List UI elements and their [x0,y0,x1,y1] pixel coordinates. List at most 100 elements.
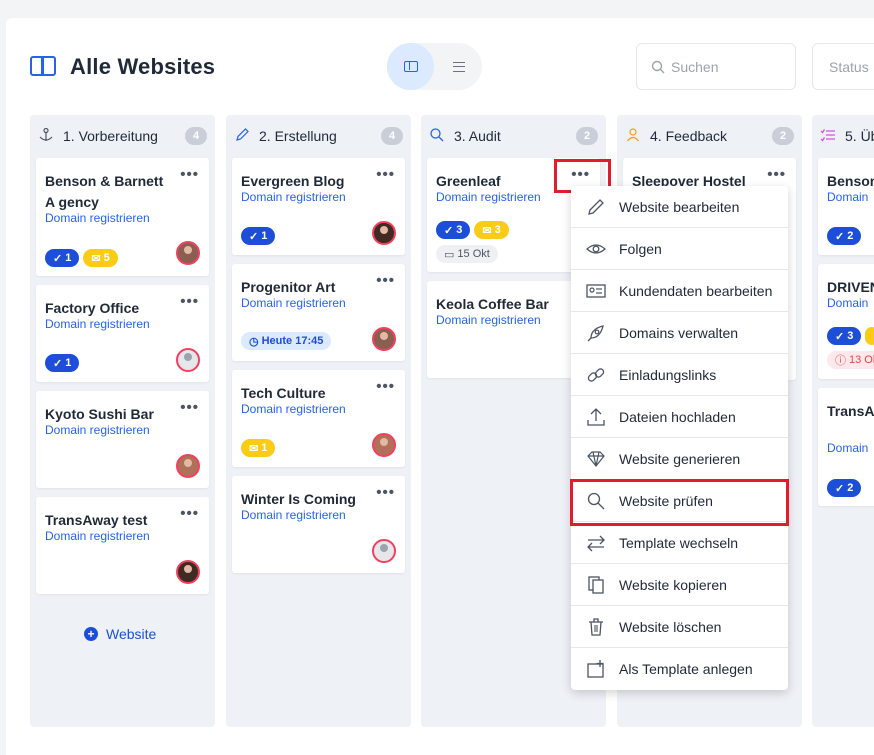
avatar[interactable] [176,241,200,265]
pencil-icon [588,199,604,215]
menu-item-copy-website[interactable]: Website kopieren [571,564,788,606]
menu-item-switch-template[interactable]: Template wechseln [571,522,788,564]
register-domain-link[interactable]: Domain registrieren [45,529,150,543]
message-badge: ✉ 3 [474,221,509,239]
checklist-icon [820,129,835,142]
register-domain-link[interactable]: Domain registrieren [241,190,346,204]
column-header: 2. Erstellung 4 [234,125,403,147]
register-domain-link[interactable]: Domain registrieren [436,190,541,204]
overdue-badge: ⓘ13 Ok [827,351,874,369]
plus-icon: + [84,627,98,641]
register-domain-link[interactable]: Domain registrieren [45,211,150,225]
page-title: Alle Websites [70,54,216,79]
avatar[interactable] [176,454,200,478]
website-card[interactable]: Winter Is Coming Domain registrieren ••• [232,476,405,573]
avatar[interactable] [372,539,396,563]
register-domain-link[interactable]: Domain [827,441,868,455]
register-domain-link[interactable]: Domain [827,296,868,310]
more-options-button[interactable]: ••• [376,379,395,394]
website-card[interactable]: Benson Domain ✓ 2 [818,158,874,255]
more-options-button[interactable]: ••• [180,294,199,309]
more-options-button[interactable]: ••• [180,167,199,182]
register-domain-link[interactable]: Domain registrieren [241,508,346,522]
menu-item-create-template[interactable]: Als Template anlegen [571,648,788,690]
card-title: Evergreen Blog [241,173,345,189]
avatar[interactable] [372,433,396,457]
website-card[interactable]: Factory Office Domain registrieren ••• ✓… [36,285,209,382]
website-card[interactable]: TransAw rt Inc. Domain ✓2 [818,388,874,506]
website-context-menu: Website bearbeiten Folgen Kundendaten be… [571,186,788,690]
check-icon: ✓ [53,252,63,265]
card-badges: ✓ 1 [241,227,276,245]
template-icon [587,660,604,678]
menu-item-label: Kundendaten bearbeiten [619,283,773,299]
check-icon: ✓ [53,357,63,370]
more-options-button[interactable]: ••• [376,167,395,182]
search-field[interactable] [636,43,796,90]
search-input[interactable] [671,56,781,78]
add-website-button[interactable]: + Website [84,626,156,642]
menu-item-upload-files[interactable]: Dateien hochladen [571,396,788,438]
register-domain-link[interactable]: Domain registrieren [45,423,150,437]
card-badges: ✓ 3 ✉ 3 [436,221,509,239]
menu-item-delete-website[interactable]: Website löschen [571,606,788,648]
menu-item-label: Website bearbeiten [619,199,740,215]
check-icon: ✓ [835,330,845,343]
more-options-button[interactable]: ••• [571,167,590,182]
kanban-view-button[interactable] [387,43,434,90]
column-count-badge: 2 [772,127,794,145]
website-card[interactable]: Benson & Barnett A gency Domain registri… [36,158,209,276]
card-title: Factory Office [45,300,140,316]
website-card[interactable]: Progenitor Art Domain registrieren ••• ◷… [232,264,405,361]
menu-item-generate-website[interactable]: Website generieren [571,438,788,480]
more-options-button[interactable]: ••• [180,400,199,415]
menu-item-label: Dateien hochladen [619,409,736,425]
menu-item-follow[interactable]: Folgen [571,228,788,270]
avatar[interactable] [372,221,396,245]
card-title: TransAw rt Inc. [827,403,874,419]
menu-item-manage-domains[interactable]: Domains verwalten [571,312,788,354]
website-card[interactable]: Evergreen Blog Domain registrieren ••• ✓… [232,158,405,255]
register-domain-link[interactable]: Domain [827,190,868,204]
card-badges: ✓ 1 ✉ 5 [45,249,118,267]
avatar[interactable] [176,348,200,372]
menu-item-edit-website[interactable]: Website bearbeiten [571,186,788,228]
website-card[interactable]: Kyoto Sushi Bar Domain registrieren ••• [36,391,209,488]
alert-icon: ⓘ [835,355,846,367]
register-domain-link[interactable]: Domain registrieren [45,317,150,331]
due-date-badge: ◷ Heute 17:45 [241,332,332,350]
task-badge: ✓ 2 [827,479,862,497]
register-domain-link[interactable]: Domain registrieren [241,296,346,310]
menu-item-review-website[interactable]: Website prüfen [571,480,788,522]
more-options-button[interactable]: ••• [376,485,395,500]
status-filter[interactable]: Status [812,43,874,90]
calendar-icon: ▭ [444,248,455,261]
more-options-button[interactable]: ••• [180,506,199,521]
list-view-button[interactable] [435,43,482,90]
website-card[interactable]: Tech Culture Domain registrieren ••• ✉ 1 [232,370,405,467]
card-title: Benson & Barnett A gency [45,173,164,210]
menu-item-edit-client-data[interactable]: Kundendaten bearbeiten [571,270,788,312]
card-title: Keola Coffee Bar [436,296,549,312]
envelope-icon: ✉ [91,252,101,265]
website-card[interactable]: TransAway test Domain registrieren ••• [36,497,209,594]
card-title: DRIVEN [827,279,874,295]
register-domain-link[interactable]: Domain registrieren [436,313,541,327]
register-domain-link[interactable]: Domain registrieren [241,402,346,416]
menu-item-label: Folgen [619,241,662,257]
view-toggle [387,43,482,90]
menu-item-invitation-links[interactable]: Einladungslinks [571,354,788,396]
check-icon: ✓ [835,482,845,495]
task-badge: ✓ 2 [827,227,862,245]
more-options-button[interactable]: ••• [767,167,786,182]
status-filter-label: Status [829,59,869,75]
avatar[interactable] [176,560,200,584]
card-title: Tech Culture [241,385,326,401]
menu-item-label: Website löschen [619,619,722,635]
more-options-button[interactable]: ••• [376,273,395,288]
pencil-icon [236,128,249,141]
website-card[interactable]: DRIVEN Domain ✓3 ⓘ13 Ok [818,264,874,379]
card-date: ▭ 15 Okt [436,245,498,263]
avatar[interactable] [372,327,396,351]
upload-icon [587,408,605,426]
